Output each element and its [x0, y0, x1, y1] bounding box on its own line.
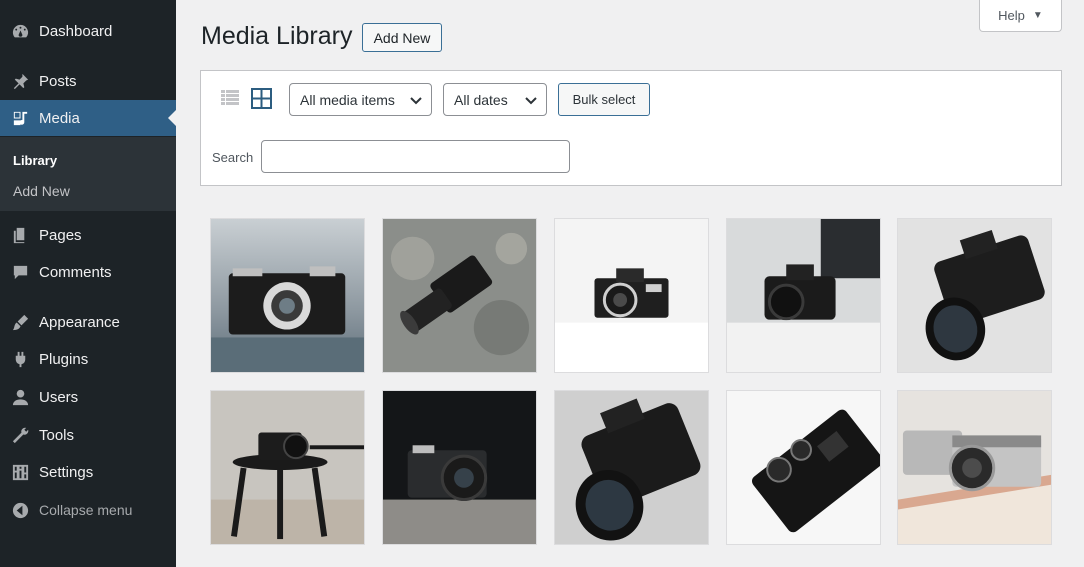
camera-photo-vintage — [211, 219, 364, 372]
dashboard-icon — [10, 21, 30, 41]
media-thumbnail[interactable] — [382, 390, 537, 545]
comments-icon — [10, 262, 30, 282]
sidebar-item-tools[interactable]: Tools — [0, 417, 176, 453]
media-thumbnail[interactable] — [897, 390, 1052, 545]
media-submenu: Library Add New — [0, 137, 176, 211]
sidebar-item-comments[interactable]: Comments — [0, 254, 176, 290]
camera-photo-fujifilm — [898, 391, 1051, 544]
pages-icon — [10, 225, 30, 245]
collapse-arrow-icon — [10, 500, 30, 520]
camera-photo-dark — [383, 391, 536, 544]
sidebar-item-media[interactable]: Media — [0, 100, 176, 136]
sidebar-item-users[interactable]: Users — [0, 379, 176, 415]
sidebar-item-dashboard[interactable]: Dashboard — [0, 13, 176, 49]
brush-icon — [10, 312, 30, 332]
camera-photo-dslr-angled — [898, 219, 1051, 372]
date-filter[interactable]: All dates — [443, 83, 547, 116]
camera-photo-canon — [555, 391, 708, 544]
media-type-filter[interactable]: All media items — [289, 83, 432, 116]
collapse-menu-button[interactable]: Collapse menu — [0, 492, 176, 528]
media-thumbnail[interactable] — [726, 218, 881, 373]
settings-icon — [10, 462, 30, 482]
sidebar-item-plugins[interactable]: Plugins — [0, 341, 176, 377]
media-thumbnail[interactable] — [554, 218, 709, 373]
sidebar-item-label: Media — [39, 109, 80, 127]
sidebar-item-settings[interactable]: Settings — [0, 454, 176, 490]
media-thumbnail[interactable] — [210, 390, 365, 545]
sidebar-item-appearance[interactable]: Appearance — [0, 304, 176, 340]
sidebar-item-label: Appearance — [39, 313, 120, 331]
media-thumbnail[interactable] — [897, 218, 1052, 373]
sidebar-item-label: Plugins — [39, 350, 89, 368]
sidebar-item-posts[interactable]: Posts — [0, 63, 176, 99]
chevron-down-icon — [525, 97, 537, 105]
pin-icon — [10, 71, 30, 91]
camera-photo-dslr-table — [727, 219, 880, 372]
date-filter-value: All dates — [454, 91, 508, 108]
page-title: Media Library — [201, 22, 353, 50]
search-input[interactable] — [261, 140, 570, 173]
sidebar-item-label: Dashboard — [39, 22, 113, 40]
sidebar-item-label: Pages — [39, 226, 82, 244]
media-toolbar: All media items All dates Bulk select Se… — [200, 70, 1062, 186]
list-view-icon[interactable] — [220, 88, 240, 108]
sidebar-item-label: Users — [39, 388, 79, 406]
help-label: Help — [998, 8, 1025, 23]
help-tab-button[interactable]: Help ▼ — [979, 0, 1062, 32]
camera-photo-film-slr — [555, 219, 708, 372]
sidebar-item-pages[interactable]: Pages — [0, 217, 176, 253]
media-thumbnail[interactable] — [554, 390, 709, 545]
media-icon — [10, 108, 30, 128]
add-new-button[interactable]: Add New — [362, 23, 442, 52]
submenu-item-library[interactable]: Library — [13, 153, 57, 168]
collapse-menu-label: Collapse menu — [39, 502, 133, 518]
caret-down-icon: ▼ — [1032, 10, 1043, 21]
camera-photo-stool — [211, 391, 364, 544]
wrench-icon — [10, 425, 30, 445]
camera-photo-mirrorless — [383, 219, 536, 372]
media-thumbnail[interactable] — [210, 218, 365, 373]
sidebar-item-label: Comments — [39, 263, 112, 281]
media-type-filter-value: All media items — [300, 91, 395, 108]
search-label: Search — [212, 150, 254, 165]
grid-view-icon[interactable] — [251, 88, 272, 109]
sidebar-item-label: Tools — [39, 426, 75, 444]
admin-sidebar: Dashboard Posts Media Library Add New Pa… — [0, 0, 176, 567]
chevron-down-icon — [410, 97, 422, 105]
camera-photo-top-dials — [727, 391, 880, 544]
sidebar-item-label: Posts — [39, 72, 77, 90]
submenu-item-add-new[interactable]: Add New — [13, 183, 70, 199]
plugin-icon — [10, 349, 30, 369]
user-icon — [10, 387, 30, 407]
sidebar-item-label: Settings — [39, 463, 94, 481]
bulk-select-button[interactable]: Bulk select — [558, 83, 650, 116]
media-thumbnail[interactable] — [382, 218, 537, 373]
media-thumbnail[interactable] — [726, 390, 881, 545]
